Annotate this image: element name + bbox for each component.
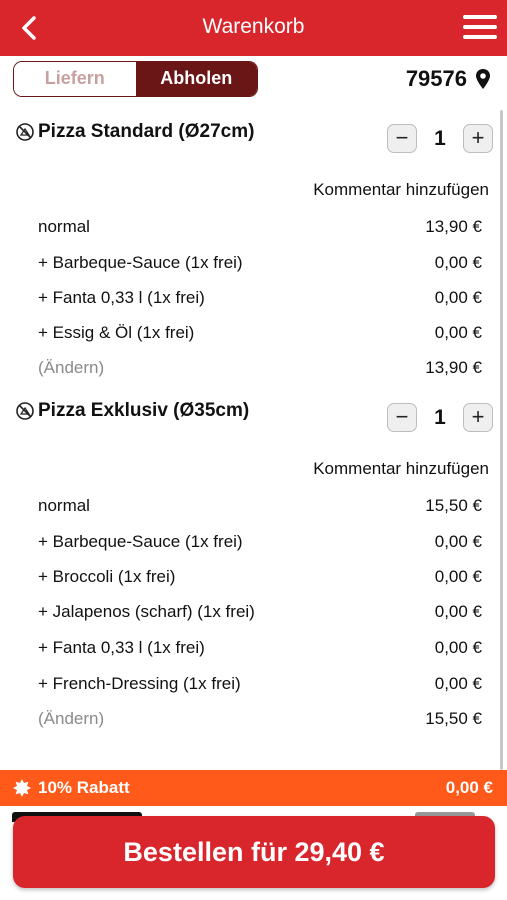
item-name: Pizza Standard (Ø27cm) bbox=[38, 121, 255, 142]
line-label: normal bbox=[38, 217, 90, 236]
quantity-stepper: − 1 + bbox=[387, 124, 493, 153]
quantity-stepper: − 1 + bbox=[387, 403, 493, 432]
line-price: 0,00 € bbox=[434, 288, 482, 307]
add-comment-link[interactable]: Kommentar hinzufügen bbox=[313, 180, 489, 200]
line-item: + French-Dressing (1x frei) 0,00 € bbox=[38, 674, 482, 694]
hamburger-menu-icon[interactable] bbox=[463, 15, 497, 41]
line-item: normal 13,90 € bbox=[38, 217, 482, 237]
line-price: 0,00 € bbox=[434, 253, 482, 272]
line-price: 0,00 € bbox=[434, 532, 482, 551]
increase-quantity-button[interactable]: + bbox=[463, 124, 493, 153]
discount-value: 0,00 € bbox=[445, 778, 493, 797]
add-comment-link[interactable]: Kommentar hinzufügen bbox=[313, 459, 489, 479]
line-label: + French-Dressing (1x frei) bbox=[38, 674, 241, 693]
line-price: 0,00 € bbox=[434, 674, 482, 693]
line-price: 0,00 € bbox=[434, 323, 482, 342]
decrease-quantity-button[interactable]: − bbox=[387, 124, 417, 153]
discount-bar: 10% Rabatt 0,00 € bbox=[0, 770, 507, 806]
line-label: + Jalapenos (scharf) (1x frei) bbox=[38, 602, 255, 621]
zip-code: 79576 bbox=[405, 66, 467, 91]
location-zip[interactable]: 79576 bbox=[406, 66, 491, 92]
line-label: + Barbeque-Sauce (1x frei) bbox=[38, 532, 243, 551]
line-item: normal 15,50 € bbox=[38, 496, 482, 516]
line-price: 15,50 € bbox=[425, 496, 482, 515]
line-price: 13,90 € bbox=[425, 217, 482, 236]
edit-item-link[interactable]: (Ändern) bbox=[38, 709, 104, 729]
decrease-quantity-button[interactable]: − bbox=[387, 403, 417, 432]
no-image-icon bbox=[16, 123, 34, 141]
order-button[interactable]: Bestellen für 29,40 € bbox=[13, 816, 495, 888]
item-total: 15,50 € bbox=[425, 709, 482, 728]
app-header: Warenkorb bbox=[0, 0, 507, 56]
location-pin-icon bbox=[476, 69, 490, 89]
quantity-value: 1 bbox=[434, 126, 446, 150]
line-label: + Fanta 0,33 l (1x frei) bbox=[38, 288, 205, 307]
line-item: + Barbeque-Sauce (1x frei) 0,00 € bbox=[38, 253, 482, 273]
line-item: + Broccoli (1x frei) 0,00 € bbox=[38, 567, 482, 587]
cart-item-title: Pizza Standard (Ø27cm) bbox=[15, 121, 254, 143]
toggle-abholen[interactable]: Abholen bbox=[135, 62, 257, 96]
line-price: 0,00 € bbox=[434, 602, 482, 621]
cart-item-title: Pizza Exklusiv (Ø35cm) bbox=[15, 400, 249, 422]
item-total-row: (Ändern) 13,90 € bbox=[38, 358, 482, 378]
line-item: + Fanta 0,33 l (1x frei) 0,00 € bbox=[38, 638, 482, 658]
item-total: 13,90 € bbox=[425, 358, 482, 377]
page-title: Warenkorb bbox=[202, 15, 305, 38]
line-item: + Barbeque-Sauce (1x frei) 0,00 € bbox=[38, 532, 482, 552]
line-item: + Jalapenos (scharf) (1x frei) 0,00 € bbox=[38, 602, 482, 622]
line-item: + Fanta 0,33 l (1x frei) 0,00 € bbox=[38, 288, 482, 308]
line-label: normal bbox=[38, 496, 90, 515]
line-item: + Essig & Öl (1x frei) 0,00 € bbox=[38, 323, 482, 343]
item-total-row: (Ändern) 15,50 € bbox=[38, 709, 482, 729]
discount-label-group: 10% Rabatt bbox=[12, 778, 130, 798]
no-image-icon bbox=[16, 402, 34, 420]
toggle-liefern[interactable]: Liefern bbox=[14, 62, 136, 96]
delivery-mode-toggle: Liefern Abholen bbox=[13, 61, 258, 97]
increase-quantity-button[interactable]: + bbox=[463, 403, 493, 432]
quantity-value: 1 bbox=[434, 405, 446, 429]
item-name: Pizza Exklusiv (Ø35cm) bbox=[38, 400, 250, 421]
line-label: + Essig & Öl (1x frei) bbox=[38, 323, 195, 342]
line-label: + Broccoli (1x frei) bbox=[38, 567, 176, 586]
line-price: 0,00 € bbox=[434, 567, 482, 586]
edit-item-link[interactable]: (Ändern) bbox=[38, 358, 104, 378]
line-label: + Barbeque-Sauce (1x frei) bbox=[38, 253, 243, 272]
scrollbar[interactable] bbox=[500, 110, 503, 770]
line-price: 0,00 € bbox=[434, 638, 482, 657]
discount-label: 10% Rabatt bbox=[38, 778, 130, 797]
line-label: + Fanta 0,33 l (1x frei) bbox=[38, 638, 205, 657]
badge-star-icon bbox=[13, 779, 31, 797]
